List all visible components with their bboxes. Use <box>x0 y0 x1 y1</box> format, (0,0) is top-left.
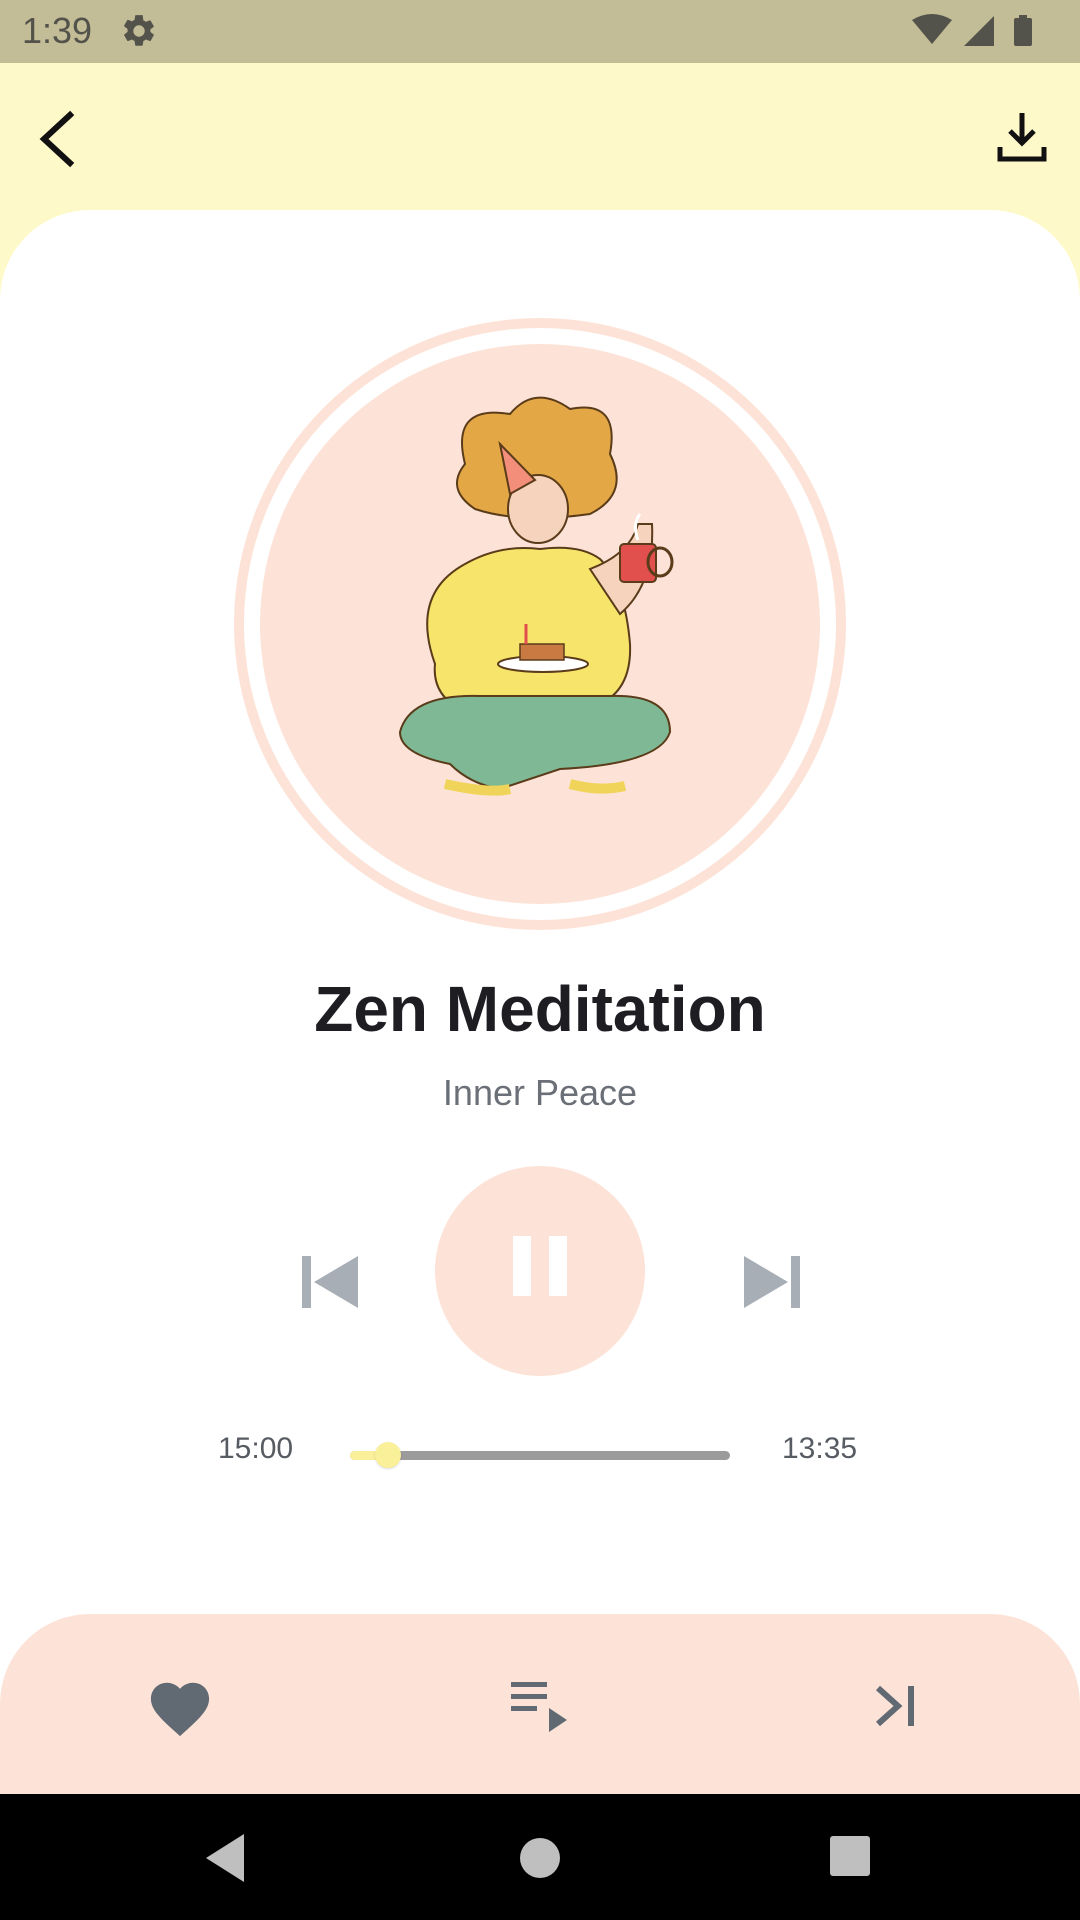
top-app-bar <box>0 63 1080 211</box>
download-icon[interactable] <box>994 107 1050 167</box>
player-card: Zen Meditation Inner Peace 15:00 13:35 <box>0 210 1080 1710</box>
playlist-play-icon[interactable] <box>505 1674 575 1738</box>
nav-back-icon[interactable] <box>200 1830 250 1886</box>
nav-home-icon[interactable] <box>520 1838 560 1878</box>
skip-to-end-icon[interactable] <box>868 1674 928 1738</box>
battery-icon <box>1014 18 1032 46</box>
heart-icon[interactable] <box>145 1674 215 1738</box>
wifi-icon <box>912 14 952 44</box>
bottom-action-bar <box>0 1614 1080 1794</box>
remaining-time: 13:35 <box>782 1432 858 1465</box>
status-bar: 1:39 <box>0 0 1080 63</box>
meditation-illustration <box>398 396 674 796</box>
chevron-left-icon[interactable] <box>30 103 90 175</box>
track-subtitle: Inner Peace <box>442 1072 638 1113</box>
cellular-icon <box>964 16 994 46</box>
status-time: 1:39 <box>22 10 93 51</box>
track-title: Zen Meditation <box>314 973 766 1045</box>
skip-next-icon[interactable] <box>740 1250 806 1314</box>
skip-previous-icon[interactable] <box>296 1250 362 1314</box>
pause-icon <box>513 1236 567 1296</box>
seek-slider[interactable] <box>350 1442 730 1468</box>
status-icons <box>912 14 1032 46</box>
nav-recents-icon[interactable] <box>830 1836 870 1876</box>
pause-button[interactable] <box>435 1166 645 1376</box>
elapsed-time: 15:00 <box>218 1432 294 1465</box>
system-nav-bar <box>0 1794 1080 1920</box>
settings-icon <box>124 15 154 46</box>
artwork <box>260 344 820 904</box>
seek-thumb[interactable] <box>375 1442 401 1468</box>
